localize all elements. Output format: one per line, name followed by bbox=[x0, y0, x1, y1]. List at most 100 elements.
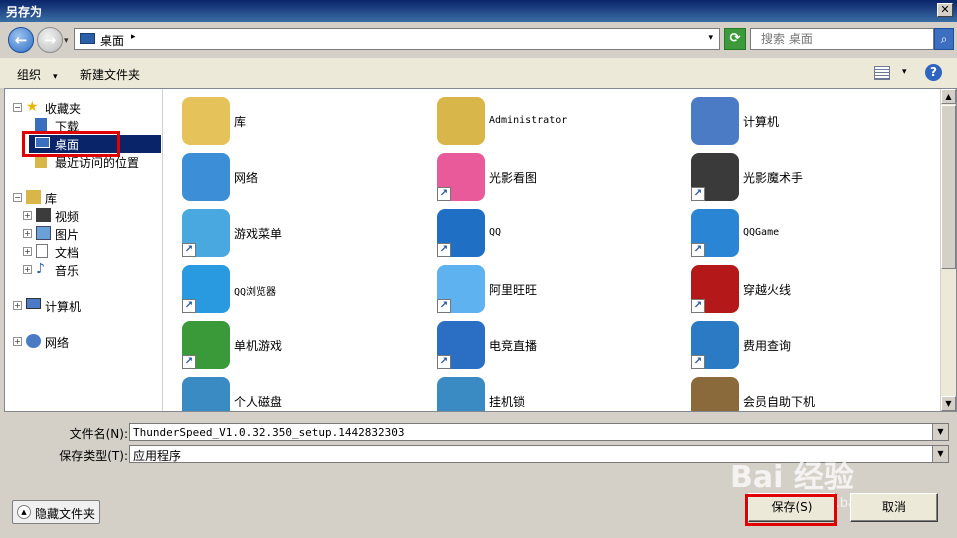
shortcut-arrow-icon: ↗ bbox=[437, 299, 451, 313]
file-name: 计算机 bbox=[743, 115, 780, 129]
file-name: 挂机锁 bbox=[489, 395, 526, 409]
search-input[interactable] bbox=[761, 30, 931, 48]
tree-computer[interactable]: + 计算机 bbox=[13, 297, 153, 315]
file-name: QQ bbox=[489, 227, 502, 238]
file-item[interactable]: ↗ QQ bbox=[437, 209, 667, 261]
shortcut-arrow-icon: ↗ bbox=[691, 299, 705, 313]
file-name: 费用查询 bbox=[743, 339, 792, 353]
collapse-icon[interactable]: − bbox=[13, 103, 22, 112]
tree-label: 计算机 bbox=[45, 300, 82, 314]
file-name: 库 bbox=[234, 115, 247, 129]
shortcut-arrow-icon: ↗ bbox=[182, 299, 196, 313]
file-name: Administrator bbox=[489, 115, 568, 126]
hide-folders-button[interactable]: ▲ 隐藏文件夹 bbox=[12, 500, 100, 524]
file-item[interactable]: ↗ 单机游戏 bbox=[182, 321, 412, 373]
tree-music[interactable]: + ♪ 音乐 bbox=[23, 261, 153, 279]
file-item[interactable]: ↗ 光影看图 bbox=[437, 153, 667, 205]
scroll-up-icon[interactable]: ▲ bbox=[941, 89, 956, 104]
file-name: 会员自助下机 bbox=[743, 395, 816, 409]
new-folder-button[interactable]: 新建文件夹 bbox=[80, 66, 140, 83]
close-button[interactable]: ✕ bbox=[937, 3, 953, 17]
expand-icon[interactable]: + bbox=[13, 337, 22, 346]
tree-videos[interactable]: + 视频 bbox=[23, 207, 153, 225]
file-item[interactable]: ↗ 个人磁盘 bbox=[182, 377, 412, 411]
network-icon bbox=[26, 334, 41, 348]
chevron-down-icon[interactable]: ▼ bbox=[932, 424, 948, 440]
save-type-label: 保存类型(T): bbox=[59, 449, 128, 463]
file-item[interactable]: ↗ 游戏菜单 bbox=[182, 209, 412, 261]
file-item[interactable]: ↗ QQGame bbox=[691, 209, 921, 261]
tree-label: 库 bbox=[45, 192, 58, 206]
cancel-button[interactable]: 取消 bbox=[850, 493, 938, 522]
save-type-value: 应用程序 bbox=[133, 449, 182, 463]
file-name: 光影看图 bbox=[489, 171, 538, 185]
expand-icon[interactable]: + bbox=[23, 265, 32, 274]
file-item[interactable]: ↗ 阿里旺旺 bbox=[437, 265, 667, 317]
video-icon bbox=[36, 208, 51, 222]
address-dropdown-icon[interactable]: ▾ bbox=[708, 33, 713, 43]
refresh-button[interactable]: ⟳ bbox=[724, 28, 746, 50]
history-dropdown-icon[interactable]: ▾ bbox=[64, 36, 69, 46]
file-item[interactable]: ↗ 挂机锁 bbox=[437, 377, 667, 411]
search-box[interactable] bbox=[750, 28, 934, 50]
views-dropdown-icon[interactable]: ▾ bbox=[902, 67, 907, 77]
expand-icon[interactable]: + bbox=[23, 229, 32, 238]
tree-libraries[interactable]: − 库 bbox=[13, 189, 153, 207]
vertical-scrollbar[interactable]: ▲ ▼ bbox=[940, 89, 956, 411]
info-icon: ↗ bbox=[691, 321, 739, 369]
hide-folders-label: 隐藏文件夹 bbox=[35, 507, 96, 521]
file-name: 游戏菜单 bbox=[234, 227, 283, 241]
file-item[interactable]: ↗ 会员自助下机 bbox=[691, 377, 921, 411]
tree-documents[interactable]: + 文档 bbox=[23, 243, 153, 261]
star-icon: ★ bbox=[26, 99, 39, 115]
picture-icon bbox=[36, 226, 51, 240]
filename-field[interactable]: ThunderSpeed_V1.0.32.350_setup.144283230… bbox=[129, 423, 949, 441]
lock-icon: ↗ bbox=[437, 377, 485, 411]
qq-browser-icon: ↗ bbox=[182, 265, 230, 313]
views-icon[interactable] bbox=[874, 66, 890, 80]
file-name: QQ浏览器 bbox=[234, 287, 277, 298]
file-name: 网络 bbox=[234, 171, 259, 185]
library-icon bbox=[26, 190, 41, 204]
scroll-down-icon[interactable]: ▼ bbox=[941, 396, 956, 411]
expand-icon[interactable]: + bbox=[13, 301, 22, 310]
scroll-thumb[interactable] bbox=[941, 105, 956, 269]
library-icon bbox=[182, 97, 230, 145]
collapse-icon[interactable]: − bbox=[13, 193, 22, 202]
help-icon[interactable]: ? bbox=[925, 64, 942, 81]
address-bar[interactable]: 桌面 ▸ ▾ bbox=[74, 28, 720, 50]
tree-pictures[interactable]: + 图片 bbox=[23, 225, 153, 243]
file-item[interactable]: ↗ 电竞直播 bbox=[437, 321, 667, 373]
window-title: 另存为 bbox=[6, 5, 43, 19]
tree-favorites[interactable]: − ★ 收藏夹 bbox=[13, 99, 153, 117]
file-name: 个人磁盘 bbox=[234, 395, 283, 409]
search-icon[interactable]: ⌕ bbox=[934, 28, 954, 50]
forward-button[interactable]: → bbox=[37, 27, 63, 53]
chevron-down-icon[interactable]: ▼ bbox=[932, 446, 948, 462]
file-item[interactable]: ↗ 穿越火线 bbox=[691, 265, 921, 317]
file-item[interactable]: ↗ 光影魔术手 bbox=[691, 153, 921, 205]
chevron-up-icon: ▲ bbox=[17, 505, 31, 519]
shortcut-arrow-icon: ↗ bbox=[437, 355, 451, 369]
title-bar: 另存为 ✕ bbox=[0, 0, 957, 22]
file-name: 单机游戏 bbox=[234, 339, 283, 353]
file-item[interactable]: 库 bbox=[182, 97, 412, 149]
file-item[interactable]: ↗ 费用查询 bbox=[691, 321, 921, 373]
expand-icon[interactable]: + bbox=[23, 247, 32, 256]
expand-icon[interactable]: + bbox=[23, 211, 32, 220]
tree-label: 网络 bbox=[45, 336, 70, 350]
chevron-down-icon: ▾ bbox=[53, 72, 58, 82]
back-button[interactable]: ← bbox=[8, 27, 34, 53]
file-item[interactable]: 计算机 bbox=[691, 97, 921, 149]
shortcut-arrow-icon: ↗ bbox=[437, 187, 451, 201]
file-item[interactable]: 网络 bbox=[182, 153, 412, 205]
organize-button[interactable]: 组织 ▾ bbox=[17, 66, 58, 83]
file-name: 光影魔术手 bbox=[743, 171, 804, 185]
file-item[interactable]: Administrator bbox=[437, 97, 667, 149]
filename-value: ThunderSpeed_V1.0.32.350_setup.144283230… bbox=[133, 426, 405, 439]
file-item[interactable]: ↗ QQ浏览器 bbox=[182, 265, 412, 317]
breadcrumb-chevron-icon[interactable]: ▸ bbox=[131, 32, 136, 42]
back-arrow-icon: ← bbox=[14, 31, 28, 49]
highlight-box-desktop bbox=[22, 131, 120, 157]
tree-network[interactable]: + 网络 bbox=[13, 333, 153, 351]
